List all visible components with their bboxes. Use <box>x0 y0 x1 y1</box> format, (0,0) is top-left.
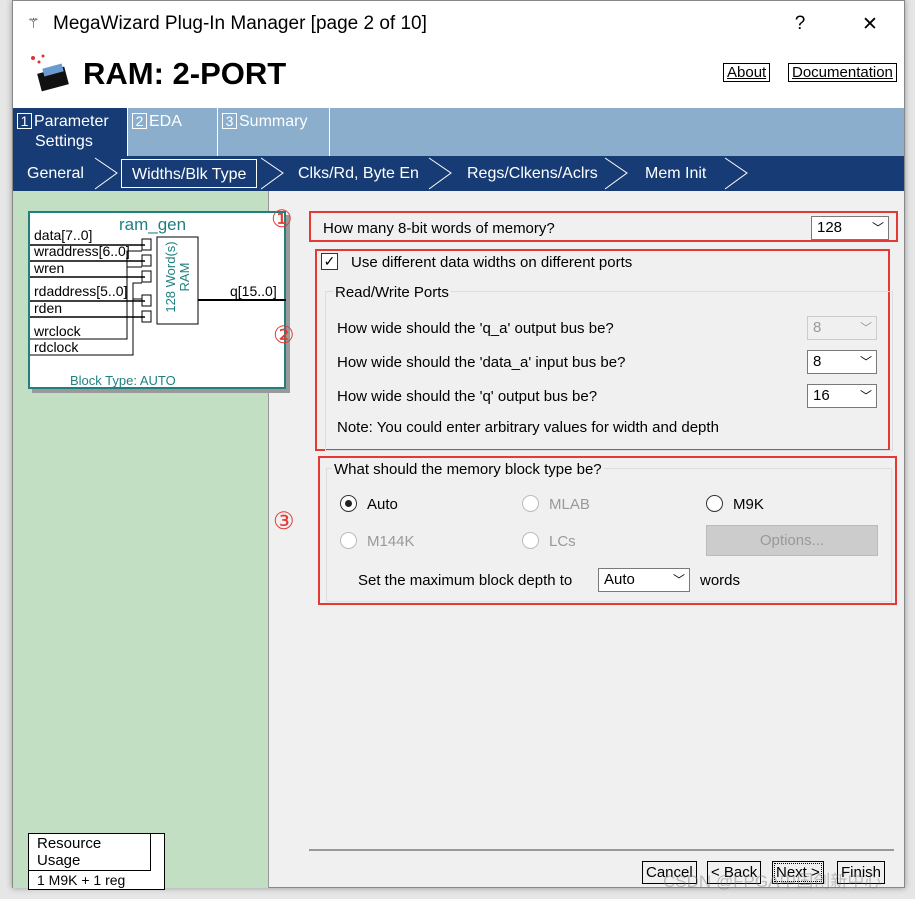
radio-mlab-label: MLAB <box>549 496 590 513</box>
radio-auto-label: Auto <box>367 496 398 513</box>
qa-width-dropdown[interactable]: 8 ﹀ <box>807 316 877 340</box>
tab-summary[interactable]: 3 Summary <box>218 108 330 156</box>
radio-mlab[interactable] <box>522 495 539 512</box>
tab-eda[interactable]: 2 EDA <box>128 108 218 156</box>
tab-number: 1 <box>17 113 32 129</box>
options-button[interactable]: Options... <box>706 525 878 556</box>
watermark: CSDN @FPGA中国创新中心 <box>663 872 882 891</box>
ram-symbol: ram_gen data[7..0] wraddress[6..0] wren … <box>28 211 286 389</box>
wand-icon: ⚚ <box>27 15 40 31</box>
q-width-label: How wide should the 'q' output bus be? <box>337 388 598 405</box>
resource-usage: Resource Usage 1 M9K + 1 reg <box>28 833 165 890</box>
qa-width-value: 8 <box>813 319 822 336</box>
ram-block-label: 128 Word(s) RAM <box>163 229 192 325</box>
annotation-3: ③ <box>273 508 295 535</box>
step-nav: General Widths/Blk Type Clks/Rd, Byte En… <box>13 156 904 191</box>
wizard-window: ⚚ MegaWizard Plug-In Manager [page 2 of … <box>12 0 905 891</box>
data-a-width-label: How wide should the 'data_a' input bus b… <box>337 354 626 371</box>
tab-label: Summary <box>239 113 308 130</box>
signal-label: rdclock <box>34 339 79 355</box>
tab-label: Parameter <box>34 113 109 130</box>
data-a-width-value: 8 <box>813 353 822 370</box>
block-type-label: Block Type: AUTO <box>70 373 176 388</box>
data-a-width-dropdown[interactable]: 8 ﹀ <box>807 350 877 374</box>
help-button[interactable]: ? <box>785 13 815 35</box>
radio-m144k[interactable] <box>340 532 357 549</box>
depth-dropdown[interactable]: Auto ﹀ <box>598 568 690 592</box>
resource-usage-value: 1 M9K + 1 reg <box>37 872 126 888</box>
chevron-down-icon: ﹀ <box>871 221 884 235</box>
tab-label: Settings <box>35 133 93 150</box>
ram-type: RAM <box>177 262 192 292</box>
window-title: MegaWizard Plug-In Manager [page 2 of 10… <box>53 13 427 34</box>
signal-label: wraddress[6..0] <box>34 243 130 259</box>
signal-label: wren <box>34 260 65 276</box>
depth-label: Set the maximum block depth to <box>358 572 573 589</box>
depth-suffix: words <box>700 572 741 589</box>
depth-value: Auto <box>604 571 635 588</box>
radio-m144k-label: M144K <box>367 533 415 550</box>
annotation-2: ② <box>273 322 295 349</box>
q-width-value: 16 <box>813 387 830 404</box>
chevron-down-icon: ﹀ <box>672 573 685 587</box>
about-button[interactable]: About <box>723 63 771 82</box>
chevron-down-icon: ﹀ <box>859 355 872 369</box>
page-title: RAM: 2-PORT <box>83 56 287 91</box>
footer-divider <box>309 849 894 851</box>
signal-label: wrclock <box>34 323 81 339</box>
different-widths-checkbox[interactable]: ✓ <box>321 253 338 270</box>
tab-label: EDA <box>149 113 182 130</box>
words-value: 128 <box>817 219 843 236</box>
resource-usage-label: Resource Usage <box>29 834 151 871</box>
signal-label: rdaddress[5..0] <box>34 283 128 299</box>
tab-number: 2 <box>132 113 147 129</box>
ram-size: 128 Word(s) <box>163 241 178 313</box>
header: RAM: 2-PORT About Documentation <box>13 48 904 108</box>
radio-auto[interactable] <box>340 495 357 512</box>
chevron-down-icon: ﹀ <box>859 389 872 403</box>
tab-bar: 1 Parameter Settings 2 EDA 3 Summary <box>13 108 904 156</box>
words-dropdown[interactable]: 128 ﹀ <box>811 216 889 240</box>
close-button[interactable]: ✕ <box>855 13 885 36</box>
nav-chevrons <box>94 157 748 190</box>
radio-lcs-label: LCs <box>549 533 576 550</box>
words-label: How many 8-bit words of memory? <box>323 220 555 237</box>
annotation-1: ① <box>271 206 293 233</box>
signal-label: rden <box>34 300 63 316</box>
radio-lcs[interactable] <box>522 532 539 549</box>
group-title: Read/Write Ports <box>333 284 451 301</box>
block-type-section: What should the memory block type be? Au… <box>318 456 897 605</box>
left-panel: ram_gen data[7..0] wraddress[6..0] wren … <box>13 191 286 890</box>
radio-m9k-label: M9K <box>733 496 764 513</box>
words-section: How many 8-bit words of memory? 128 ﹀ <box>309 211 898 242</box>
q-width-dropdown[interactable]: 16 ﹀ <box>807 384 877 408</box>
width-note: Note: You could enter arbitrary values f… <box>337 419 719 436</box>
tab-number: 3 <box>222 113 237 129</box>
widths-section: ✓ Use different data widths on different… <box>315 249 893 451</box>
signal-label: data[7..0] <box>34 227 93 243</box>
chip-icon <box>31 54 69 92</box>
title-bar: ⚚ MegaWizard Plug-In Manager [page 2 of … <box>13 1 904 48</box>
chevron-down-icon: ﹀ <box>859 321 872 335</box>
tab-parameter-settings[interactable]: 1 Parameter Settings <box>13 108 128 156</box>
documentation-button[interactable]: Documentation <box>788 63 897 82</box>
group-title: What should the memory block type be? <box>332 461 604 478</box>
radio-m9k[interactable] <box>706 495 723 512</box>
qa-width-label: How wide should the 'q_a' output bus be? <box>337 320 614 337</box>
different-widths-label: Use different data widths on different p… <box>351 254 633 271</box>
output-label: q[15..0] <box>230 283 277 299</box>
